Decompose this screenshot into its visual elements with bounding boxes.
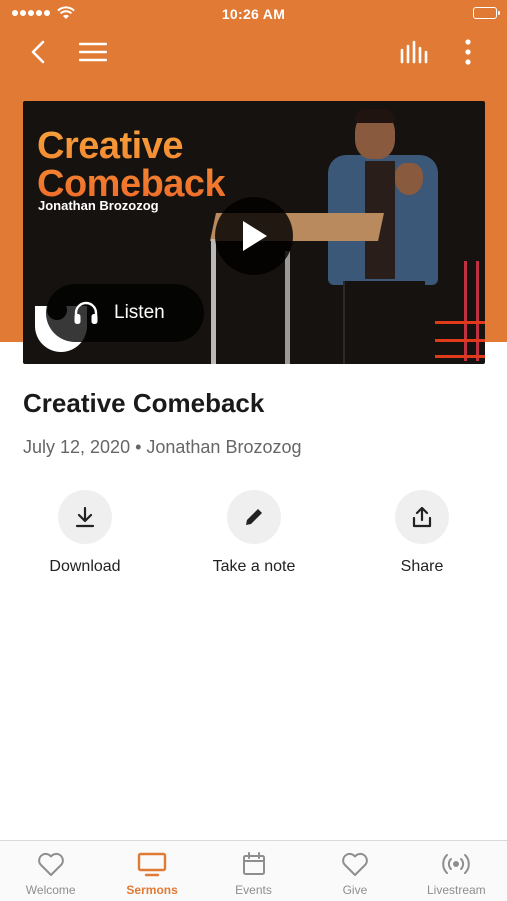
chevron-left-icon — [31, 40, 45, 64]
share-icon — [412, 506, 432, 528]
more-vertical-icon — [465, 39, 471, 65]
tab-events[interactable]: Events — [203, 841, 304, 901]
hamburger-icon — [79, 42, 107, 62]
heart-icon — [37, 852, 64, 876]
status-time: 10:26 AM — [221, 6, 286, 22]
tab-sermons[interactable]: Sermons — [101, 841, 202, 901]
back-button[interactable] — [22, 36, 54, 68]
listen-button[interactable]: Listen — [46, 284, 204, 342]
take-note-button[interactable]: Take a note — [174, 490, 334, 576]
more-button[interactable] — [452, 36, 484, 68]
sermon-video[interactable]: Creative Comeback Jonathan Brozozog List… — [23, 101, 485, 364]
share-label: Share — [400, 558, 444, 575]
download-icon — [75, 506, 95, 528]
tab-livestream[interactable]: Livestream — [406, 841, 507, 901]
pencil-icon — [246, 509, 262, 525]
heart-icon — [342, 852, 368, 876]
broadcast-icon — [442, 854, 471, 874]
battery-icon — [473, 7, 500, 19]
audio-button[interactable] — [398, 36, 430, 68]
hero-speaker: Jonathan Brozozog — [38, 198, 159, 213]
calendar-icon — [242, 852, 265, 875]
tv-icon — [137, 852, 167, 877]
listen-label: Listen — [114, 302, 165, 323]
sermon-title: Creative Comeback — [23, 388, 265, 418]
play-button[interactable] — [215, 197, 293, 275]
tab-welcome[interactable]: Welcome — [0, 841, 101, 901]
tab-give[interactable]: Give — [304, 841, 405, 901]
sermon-meta: July 12, 2020 • Jonathan Brozozog — [23, 437, 302, 457]
play-icon — [243, 221, 267, 251]
download-button[interactable]: Download — [5, 490, 165, 576]
tab-bar: Welcome Sermons Events Give Livestream — [0, 840, 507, 901]
stage-lights — [431, 261, 485, 361]
status-bar: 10:26 AM — [0, 0, 507, 28]
download-label: Download — [49, 558, 121, 575]
take-note-label: Take a note — [212, 558, 296, 575]
hero-title: Creative Comeback — [37, 125, 226, 205]
audio-bars-icon — [400, 40, 428, 64]
share-button[interactable]: Share — [342, 490, 502, 576]
menu-button[interactable] — [77, 36, 109, 68]
action-row: Download Take a note Share — [0, 490, 507, 590]
headphones-icon — [74, 301, 98, 324]
